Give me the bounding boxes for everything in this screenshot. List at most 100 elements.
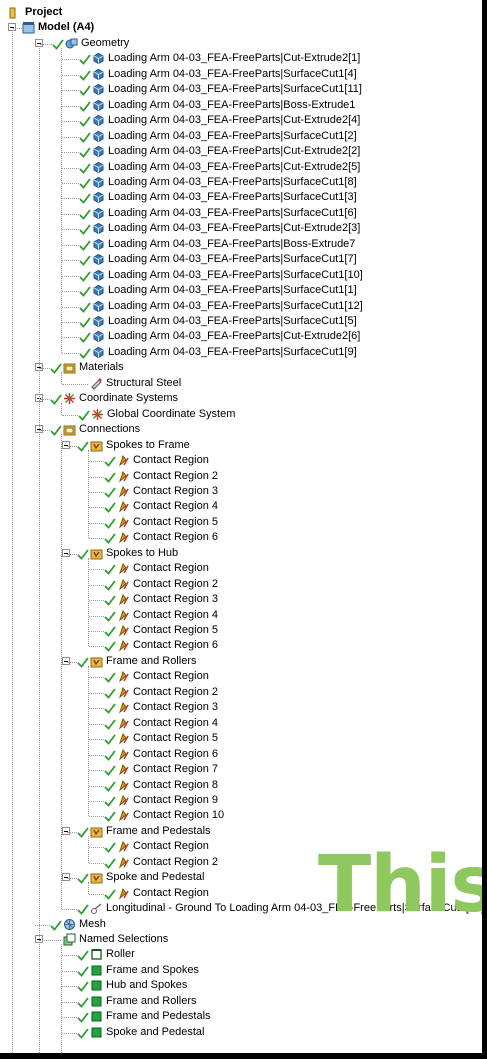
named-selection-icon	[90, 1010, 103, 1023]
contact-region-icon	[117, 578, 130, 591]
tree-node-label: Loading Arm 04-03_FEA-FreeParts|SurfaceC…	[108, 67, 357, 80]
contact-region-icon	[117, 454, 130, 467]
status-check-icon	[50, 919, 62, 931]
tree-guide-line	[89, 522, 104, 524]
tree-node-contact-region[interactable]: Contact Region 2	[0, 469, 482, 484]
status-check-icon	[104, 888, 116, 900]
overlay-caption: This	[318, 840, 487, 930]
tree-node-contact-region[interactable]: Contact Region	[0, 453, 482, 468]
contact-group-icon	[90, 655, 103, 668]
tree-node-label: Contact Region 4	[133, 500, 218, 513]
window-edge-bottom	[0, 1053, 487, 1059]
tree-node-label: Spokes to Hub	[106, 546, 179, 559]
contact-region-icon	[117, 732, 130, 745]
tree-node-contact-region[interactable]: Contact Region 4	[0, 716, 482, 731]
tree-guide-line	[67, 445, 77, 447]
status-check-icon	[104, 687, 116, 699]
tree-node-contact-region[interactable]: Contact Region 5	[0, 515, 482, 530]
tree-node-contact-region[interactable]: Contact Region 4	[0, 608, 482, 623]
collapse-toggle-icon[interactable]	[62, 440, 70, 449]
geometry-icon	[65, 37, 78, 50]
tree-node-label: Model (A4)	[38, 21, 95, 34]
status-check-icon	[104, 702, 116, 715]
tree-guide-line	[89, 631, 104, 632]
tree-node-contact-region[interactable]: Contact Region 5	[0, 623, 482, 638]
tree-node-coordinate-systems[interactable]: Coordinate Systems	[0, 391, 482, 406]
tree-guide-line	[40, 43, 52, 45]
tree-node-contact-region[interactable]: Contact Region 9	[0, 793, 482, 808]
tree-node-label: Global Coordinate System	[107, 407, 236, 420]
tree-node-contact-region[interactable]: Contact Region 8	[0, 778, 482, 793]
status-check-icon	[79, 285, 91, 297]
tree-node-contact-region[interactable]: Contact Region 6	[0, 638, 482, 653]
tree-node-contact-region[interactable]: Contact Region 5	[0, 731, 482, 746]
status-check-icon	[77, 996, 89, 1008]
collapse-toggle-icon[interactable]	[62, 873, 70, 882]
tree-guide-line	[12, 32, 13, 1059]
tree-node-label: Mesh	[79, 917, 106, 930]
tree-node-label: Frame and Spokes	[106, 963, 199, 976]
tree-node-model[interactable]: Model (A4)	[0, 20, 482, 35]
tree-node-label: Coordinate Systems	[79, 392, 179, 405]
tree-node-contact-region[interactable]: Contact Region 6	[0, 747, 482, 762]
status-check-icon	[104, 610, 116, 622]
solid-body-icon	[92, 207, 105, 220]
tree-guide-line	[89, 646, 104, 648]
collapse-toggle-icon[interactable]	[62, 656, 70, 665]
tree-node-contact-region[interactable]: Contact Region 3	[0, 700, 482, 715]
solid-body-icon	[92, 253, 105, 266]
collapse-toggle-icon[interactable]	[35, 38, 43, 47]
tree-node-contact-region[interactable]: Contact Region 3	[0, 484, 482, 499]
collapse-toggle-icon[interactable]	[62, 548, 70, 557]
contact-group-icon	[90, 547, 103, 560]
tree-node-contact-region[interactable]: Contact Region	[0, 561, 482, 576]
status-check-icon	[104, 764, 116, 776]
tree-guide-line	[62, 275, 79, 277]
tree-node-project[interactable]: Project	[0, 5, 482, 20]
tree-node-label: Loading Arm 04-03_FEA-FreeParts|SurfaceC…	[108, 129, 357, 142]
collapse-toggle-icon[interactable]	[62, 826, 70, 835]
status-check-icon	[104, 517, 116, 529]
named-selection-icon	[90, 995, 103, 1008]
solid-body-icon	[92, 222, 105, 235]
tree-node-contact-region[interactable]: Contact Region 4	[0, 499, 482, 514]
tree-guide-line	[88, 835, 89, 863]
tree-node-contact-region[interactable]: Contact Region 10	[0, 808, 482, 823]
contact-region-icon	[117, 670, 130, 683]
status-check-icon	[104, 718, 116, 730]
tree-node-contact-region[interactable]: Contact Region 3	[0, 592, 482, 607]
tree-guide-line	[89, 893, 104, 895]
tree-guide-line	[89, 739, 104, 741]
status-check-icon	[79, 316, 91, 328]
tree-node-contact-region[interactable]: Contact Region 6	[0, 530, 482, 545]
tree-guide-line	[40, 399, 50, 401]
tree-node-connections[interactable]: Connections	[0, 422, 482, 437]
tree-node-contact-region[interactable]: Contact Region	[0, 669, 482, 684]
status-check-icon	[104, 625, 116, 637]
tree-guide-line	[89, 785, 104, 787]
status-check-icon	[77, 949, 89, 962]
tree-node-contact-region[interactable]: Contact Region 7	[0, 762, 482, 777]
named-selection-icon	[90, 1026, 103, 1039]
contact-region-icon	[117, 887, 130, 900]
tree-node-label: Contact Region 2	[133, 577, 218, 590]
tree-guide-line	[61, 372, 62, 384]
tree-node-label: Hub and Spokes	[106, 979, 188, 992]
contact-region-icon	[117, 763, 130, 776]
solid-body-icon	[92, 114, 105, 127]
status-check-icon	[104, 810, 116, 823]
tree-guide-line	[35, 924, 50, 926]
collapse-toggle-icon[interactable]	[8, 23, 16, 32]
tree-node-contact-region[interactable]: Contact Region 2	[0, 577, 482, 592]
tree-node-label: Loading Arm 04-03_FEA-FreeParts|SurfaceC…	[108, 206, 357, 219]
status-check-icon	[79, 331, 91, 344]
contact-region-icon	[117, 639, 130, 652]
tree-node-named-selections[interactable]: Named Selections	[0, 932, 482, 947]
tree-node-geometry[interactable]: Geometry	[0, 36, 482, 51]
tree-node-label: Contact Region 4	[133, 608, 218, 621]
tree-node-contact-region[interactable]: Contact Region 2	[0, 685, 482, 700]
tree-guide-line	[89, 569, 104, 571]
tree-guide-line	[89, 708, 104, 710]
tree-node-materials[interactable]: Materials	[0, 360, 482, 375]
status-check-icon	[79, 84, 91, 97]
